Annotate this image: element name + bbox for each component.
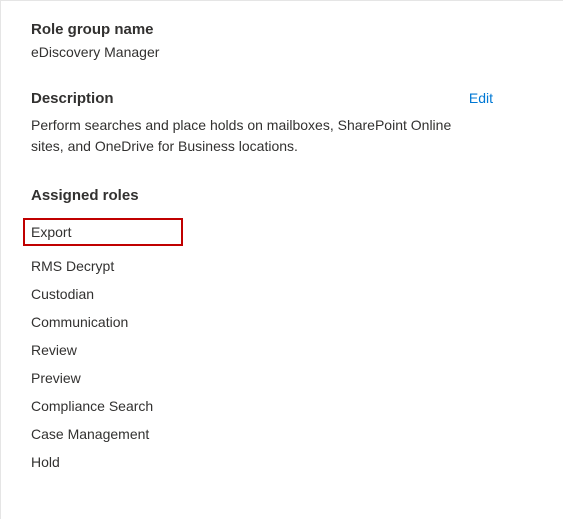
role-item-case-management: Case Management [31, 420, 533, 448]
role-item-review: Review [31, 336, 533, 364]
description-text: Perform searches and place holds on mail… [31, 115, 471, 157]
role-item-hold: Hold [31, 448, 533, 476]
role-item-rms-decrypt: RMS Decrypt [31, 252, 533, 280]
role-group-name-section: Role group name eDiscovery Manager [31, 21, 533, 60]
role-item-communication: Communication [31, 308, 533, 336]
role-item-export: Export [31, 212, 533, 252]
description-section: Description Edit Perform searches and pl… [31, 90, 533, 157]
export-highlight: Export [23, 218, 183, 246]
role-item-preview: Preview [31, 364, 533, 392]
role-item-compliance-search: Compliance Search [31, 392, 533, 420]
role-group-name-label: Role group name [31, 21, 533, 38]
assigned-roles-list: Export RMS Decrypt Custodian Communicati… [31, 212, 533, 476]
assigned-roles-label: Assigned roles [31, 187, 533, 204]
assigned-roles-section: Assigned roles Export RMS Decrypt Custod… [31, 187, 533, 476]
role-group-name-value: eDiscovery Manager [31, 44, 533, 60]
description-header: Description Edit [31, 90, 533, 107]
role-item-custodian: Custodian [31, 280, 533, 308]
edit-link[interactable]: Edit [469, 90, 493, 106]
description-label: Description [31, 90, 114, 107]
